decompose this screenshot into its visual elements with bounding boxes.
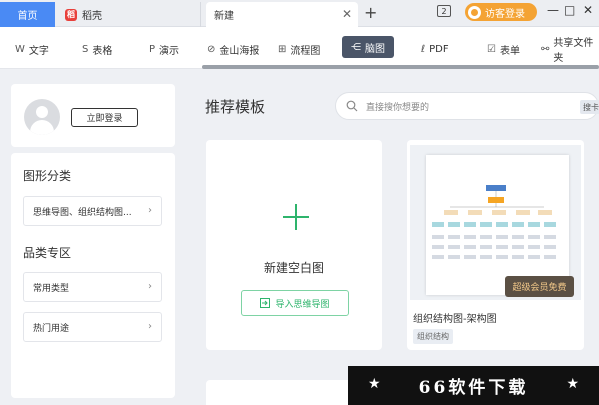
title-bar: 首页 稻 稻壳 新建 ✕ + 2 访客登录 — □ ✕	[0, 0, 599, 27]
toolbar-poster-label: 金山海报	[219, 45, 260, 57]
vip-free-badge: 超级会员免费	[505, 276, 574, 297]
star-icon: ★	[368, 376, 381, 392]
template-tag[interactable]: 组织结构	[413, 329, 453, 344]
search-icon	[346, 100, 358, 112]
window-count-icon[interactable]: 2	[437, 5, 451, 17]
minimize-button[interactable]: —	[547, 3, 559, 17]
star-icon: ★	[566, 376, 579, 392]
toolbar-form-label: 表单	[499, 45, 520, 57]
mindmap-icon: ⋲	[351, 41, 361, 53]
tab-new-label: 新建	[214, 11, 234, 22]
new-blank-card[interactable]	[206, 140, 382, 350]
section-title-graph-category: 图形分类	[23, 169, 72, 183]
toolbar-writer-label: 文字	[28, 45, 49, 57]
toolbar-pdf-label: PDF	[429, 43, 449, 55]
toolbar-form[interactable]: ☑ 表单	[487, 39, 520, 59]
toolbar-writer[interactable]: W 文字	[15, 39, 49, 59]
tab-new[interactable]: 新建 ✕	[206, 2, 358, 27]
poster-icon: ⊘	[207, 43, 216, 55]
tab-daoke[interactable]: 稻 稻壳	[57, 2, 201, 27]
search-button[interactable]: 搜卡	[580, 100, 599, 114]
maximize-button[interactable]: □	[564, 3, 575, 17]
tab-home-label: 首页	[17, 11, 38, 22]
visitor-login-button[interactable]: 访客登录	[465, 3, 537, 21]
org-chart-preview	[426, 155, 569, 295]
new-blank-label: 新建空白图	[263, 261, 324, 275]
new-tab-button[interactable]: +	[364, 3, 377, 22]
plus-icon[interactable]	[283, 204, 309, 230]
import-icon	[260, 298, 271, 308]
toolbar-flowchart[interactable]: ⊞ 流程图	[278, 39, 320, 59]
toolbar-mindmap-label: 脑图	[365, 43, 385, 55]
toolbar-scrollbar[interactable]	[202, 65, 599, 69]
close-tab-icon[interactable]: ✕	[342, 7, 352, 21]
page-title: 推荐模板	[205, 98, 266, 116]
presentation-icon: P	[149, 43, 156, 55]
category-item-label: 热门用途	[33, 323, 70, 334]
toolbar-spreadsheet-label: 表格	[92, 45, 113, 57]
toolbar-spreadsheet[interactable]: S 表格	[82, 39, 112, 59]
flowchart-icon: ⊞	[278, 43, 287, 55]
chevron-right-icon: ›	[148, 205, 152, 216]
template-title[interactable]: 组织结构图-架构图	[413, 310, 497, 325]
import-label: 导入思维导图	[275, 299, 330, 310]
writer-icon: W	[15, 43, 25, 55]
visitor-login-label: 访客登录	[485, 8, 525, 20]
tab-home[interactable]: 首页	[0, 2, 55, 27]
chevron-right-icon: ›	[148, 321, 152, 332]
toolbar-mindmap[interactable]: ⋲ 脑图	[342, 36, 394, 58]
toolbar-presentation[interactable]: P 演示	[149, 39, 179, 59]
toolbar-poster[interactable]: ⊘ 金山海报	[207, 39, 259, 59]
toolbar-presentation-label: 演示	[159, 45, 180, 57]
watermark-banner: ★ 66软件下载 ★	[348, 366, 599, 405]
form-icon: ☑	[487, 43, 496, 55]
search-placeholder: 直接搜你想要的	[366, 102, 430, 113]
category-item-common[interactable]: 常用类型 ›	[23, 272, 162, 302]
pdf-icon: ℓ	[421, 43, 426, 55]
user-icon	[468, 5, 481, 19]
import-mindmap-button[interactable]: 导入思维导图	[241, 290, 349, 316]
app-toolbar: W 文字 S 表格 P 演示 ⊘ 金山海报 ⊞ 流程图 ⋲ 脑图 ℓ PDF ☑ 表单 ⚯ 共享文…	[0, 27, 599, 69]
share-folder-icon: ⚯	[541, 43, 550, 55]
search-input[interactable]: 直接搜你想要的	[335, 92, 599, 120]
avatar[interactable]	[24, 99, 60, 135]
section-title-zone: 品类专区	[23, 246, 72, 260]
toolbar-flowchart-label: 流程图	[290, 45, 321, 57]
category-item-label: 常用类型	[33, 283, 70, 294]
category-item-label: 思维导图、组织结构图...	[33, 207, 132, 218]
tab-daoke-label: 稻壳	[82, 11, 102, 22]
toolbar-share-folder[interactable]: ⚯ 共享文件夹	[541, 38, 599, 64]
chevron-right-icon: ›	[148, 281, 152, 292]
spreadsheet-icon: S	[82, 43, 89, 55]
toolbar-pdf[interactable]: ℓ PDF	[421, 39, 449, 59]
close-window-button[interactable]: ✕	[583, 3, 593, 17]
daoke-logo-icon: 稻	[65, 8, 77, 21]
category-item-mindmap-org[interactable]: 思维导图、组织结构图... ›	[23, 196, 162, 226]
toolbar-share-folder-label: 共享文件夹	[553, 38, 594, 64]
login-button[interactable]: 立即登录	[71, 108, 138, 127]
watermark-text: 66软件下载	[418, 378, 529, 398]
category-item-popular[interactable]: 热门用途 ›	[23, 312, 162, 342]
